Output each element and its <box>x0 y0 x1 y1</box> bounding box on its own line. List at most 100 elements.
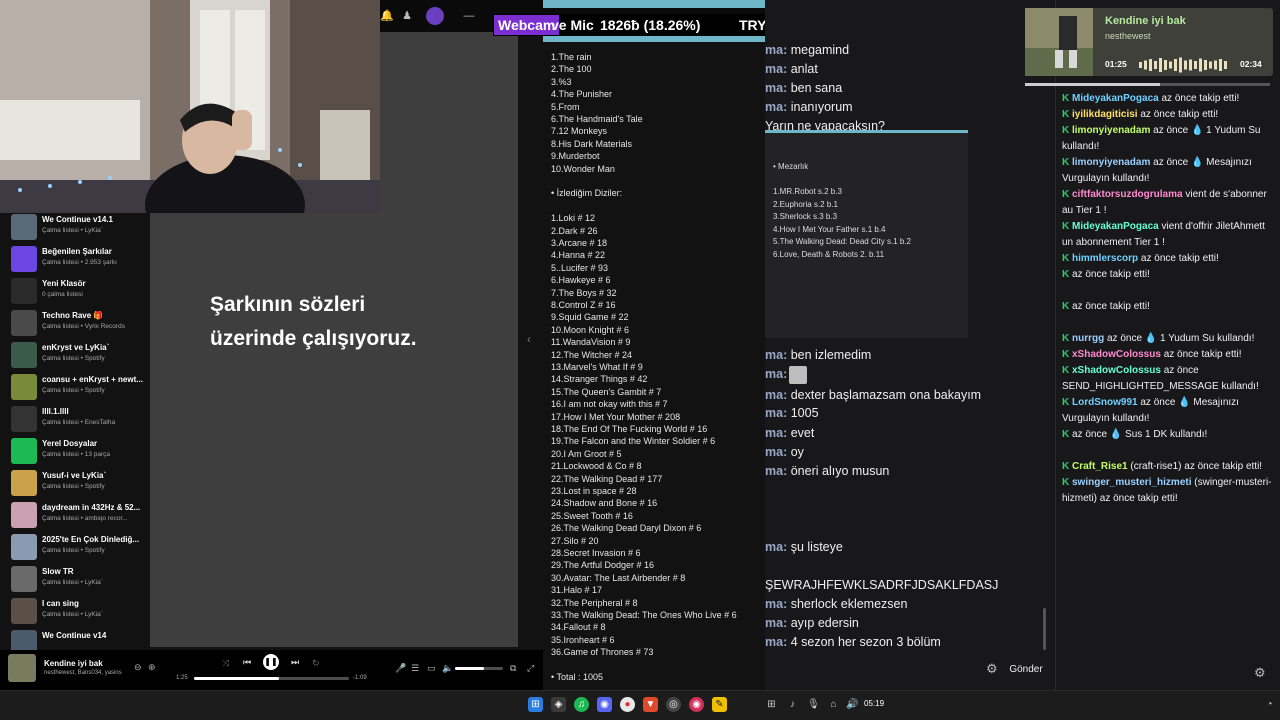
notes-icon[interactable]: ✎ <box>712 697 727 712</box>
chrome-icon[interactable]: ● <box>620 697 635 712</box>
playlist-item[interactable]: enKryst ve LyKia` Çalma listesi • Spotify <box>0 340 150 372</box>
playlist-item[interactable]: Yerel Dosyalar Çalma listesi • 13 parça <box>0 436 150 468</box>
pause-button[interactable]: ❚❚ <box>263 654 279 670</box>
playlist-item[interactable]: llll.1.llll Çalma listesi • EnesTalha <box>0 404 150 436</box>
chat-message[interactable]: ma: dexter başlamazsam ona bakayım <box>765 388 981 402</box>
chat-settings-icon[interactable]: ⚙ <box>986 662 1000 676</box>
network-icon[interactable]: ⌂ <box>826 697 841 712</box>
discord-icon[interactable]: ◉ <box>597 697 612 712</box>
volume-icon[interactable]: 🔈 <box>442 663 453 674</box>
chat-message[interactable]: ma: ayıp edersin <box>765 616 859 630</box>
minimize-icon[interactable]: — <box>462 9 476 23</box>
volume-slider[interactable] <box>455 667 503 670</box>
minus-circle-icon[interactable]: ⊖ <box>134 662 142 673</box>
grid-icon[interactable]: ⊞ <box>764 697 779 712</box>
chat-message[interactable]: ma: inanıyorum <box>765 100 853 114</box>
chat-username[interactable]: ma: <box>765 540 787 554</box>
queue-icon[interactable]: ☰ <box>411 663 419 674</box>
playlist-item[interactable]: Beğenilen Şarkılar Çalma listesi • 2.953 … <box>0 244 150 276</box>
alert-username[interactable]: himmlerscorp <box>1072 253 1138 264</box>
device-icon[interactable]: ▭ <box>427 663 436 674</box>
alert-username[interactable]: limonyiyenadam <box>1072 157 1150 168</box>
chat-message[interactable]: ma: 4 sezon her sezon 3 bölüm <box>765 635 941 649</box>
chat-username[interactable]: ma: <box>765 635 787 649</box>
playlist-item[interactable]: I can sing Çalma listesi • LyKia` <box>0 596 150 628</box>
playlist-item[interactable]: 2025'te En Çok Dinlediğ... Çalma listesi … <box>0 532 150 564</box>
bell-icon[interactable]: 🔔 <box>380 9 394 23</box>
shuffle-icon[interactable]: ⤨ <box>222 658 229 669</box>
progress-track[interactable] <box>194 677 349 680</box>
chat-username[interactable]: ma: <box>765 388 787 402</box>
playlist-item[interactable]: Techno Rave 🎁 Çalma listesi • Vyrix Recor… <box>0 308 150 340</box>
repeat-icon[interactable]: ↻ <box>312 658 320 669</box>
chat-message[interactable]: ŞEWRAJHFEWKLSADRFJDSAKLFDASJ <box>765 578 998 592</box>
chat-username[interactable]: ma: <box>765 426 787 440</box>
app-red-icon[interactable]: ◉ <box>689 697 704 712</box>
playlist-item[interactable]: We Continue v14 <box>0 628 150 650</box>
chat-username[interactable]: ma: <box>765 62 787 76</box>
fullscreen-icon[interactable]: ⤢ <box>527 663 534 674</box>
chat-message[interactable]: ma: anlat <box>765 62 818 76</box>
alert-username[interactable]: xShadowColossus <box>1072 365 1161 376</box>
alert-username[interactable]: LordSnow991 <box>1072 397 1138 408</box>
windows-start-icon[interactable]: ⊞ <box>528 697 543 712</box>
speaker-icon[interactable]: 🔊 <box>845 697 860 712</box>
alert-username[interactable]: xShadowColossus <box>1072 349 1161 360</box>
playlist-item[interactable]: daydream in 432Hz & 52... Çalma listesi •… <box>0 500 150 532</box>
alerts-settings-icon[interactable]: ⚙ <box>1254 665 1266 681</box>
chat-username[interactable]: ma: <box>765 464 787 478</box>
mic-lyrics-icon[interactable]: 🎤 <box>395 663 406 674</box>
chat-username[interactable]: ma: <box>765 348 787 362</box>
chat-message[interactable]: ma: sherlock eklemezsen <box>765 597 907 611</box>
clock[interactable]: 05:19 <box>864 699 884 708</box>
chat-message[interactable]: ma: oy <box>765 445 804 459</box>
chat-username[interactable]: ma: <box>765 445 787 459</box>
alert-username[interactable]: Craft_Rise1 <box>1072 461 1128 472</box>
album-art[interactable] <box>8 654 36 682</box>
miniplayer-icon[interactable]: ⧉ <box>510 663 516 674</box>
obs-icon[interactable]: ◎ <box>666 697 681 712</box>
brave-icon[interactable]: ▼ <box>643 697 658 712</box>
alert-username[interactable]: MideyakanPogaca <box>1072 221 1159 232</box>
alert-username[interactable]: limonyiyenadam <box>1072 125 1150 136</box>
alert-username[interactable]: nurrgg <box>1072 333 1104 344</box>
notification-icon[interactable]: ◔ <box>1262 697 1277 712</box>
friends-icon[interactable]: ♟ <box>400 9 414 23</box>
chevron-left-icon[interactable]: ‹ <box>527 332 531 346</box>
chat-username[interactable]: ma: <box>765 616 787 630</box>
playlist-item[interactable]: We Continue v14.1 Çalma listesi • LyKia` <box>0 212 150 244</box>
chat-username[interactable]: ma: <box>765 100 787 114</box>
chat-message[interactable]: ma: 1005 <box>765 406 819 420</box>
send-button[interactable]: Gönder <box>1004 660 1048 680</box>
chat-message[interactable]: ma: ben izlemedim <box>765 348 871 362</box>
alert-username[interactable]: MideyakanPogaca <box>1072 93 1159 104</box>
playlist-item[interactable]: Yusuf-i ve LyKia` Çalma listesi • Spotify <box>0 468 150 500</box>
chat-username[interactable]: ma: <box>765 367 787 381</box>
next-icon[interactable]: ⏭ <box>291 657 299 668</box>
playlist-item[interactable]: coansu + enKryst + newt... Çalma listesi … <box>0 372 150 404</box>
player-artists[interactable]: nesthewest, Bans034, yasins <box>44 670 122 676</box>
chat-message[interactable]: ma: megamind <box>765 43 849 57</box>
chat-message[interactable]: ma: öneri alıyo musun <box>765 464 889 478</box>
previous-icon[interactable]: ⏮ <box>243 657 251 668</box>
spotify-icon[interactable]: ♫ <box>574 697 589 712</box>
playlist-item[interactable]: Yeni Klasör 0 çalma listesi <box>0 276 150 308</box>
alert-username[interactable]: ciftfaktorsuzdogrulama <box>1072 189 1183 200</box>
alert-username[interactable]: swinger_musteri_hizmeti <box>1072 477 1191 488</box>
chat-username[interactable]: ma: <box>765 597 787 611</box>
chat-message[interactable]: ma: ben sana <box>765 81 842 95</box>
app-icon[interactable]: ◈ <box>551 697 566 712</box>
microphone-icon[interactable]: 🎙 <box>806 697 821 712</box>
playlist-item[interactable]: Slow TR Çalma listesi • LyKia` <box>0 564 150 596</box>
chat-username[interactable]: ma: <box>765 43 787 57</box>
chat-username[interactable]: ma: <box>765 406 787 420</box>
player-title[interactable]: Kendine iyi bak <box>44 659 103 668</box>
headset-icon[interactable]: ♪ <box>785 697 800 712</box>
chat-username[interactable]: ma: <box>765 81 787 95</box>
chat-message[interactable]: ma: şu listeye <box>765 540 843 554</box>
chat-message[interactable]: ma: <box>765 367 787 381</box>
alert-username[interactable]: iyilikdagiticisi <box>1072 109 1138 120</box>
add-circle-icon[interactable]: ⊕ <box>148 662 156 673</box>
chat-scrollbar[interactable] <box>1043 608 1046 650</box>
avatar[interactable] <box>426 7 444 25</box>
